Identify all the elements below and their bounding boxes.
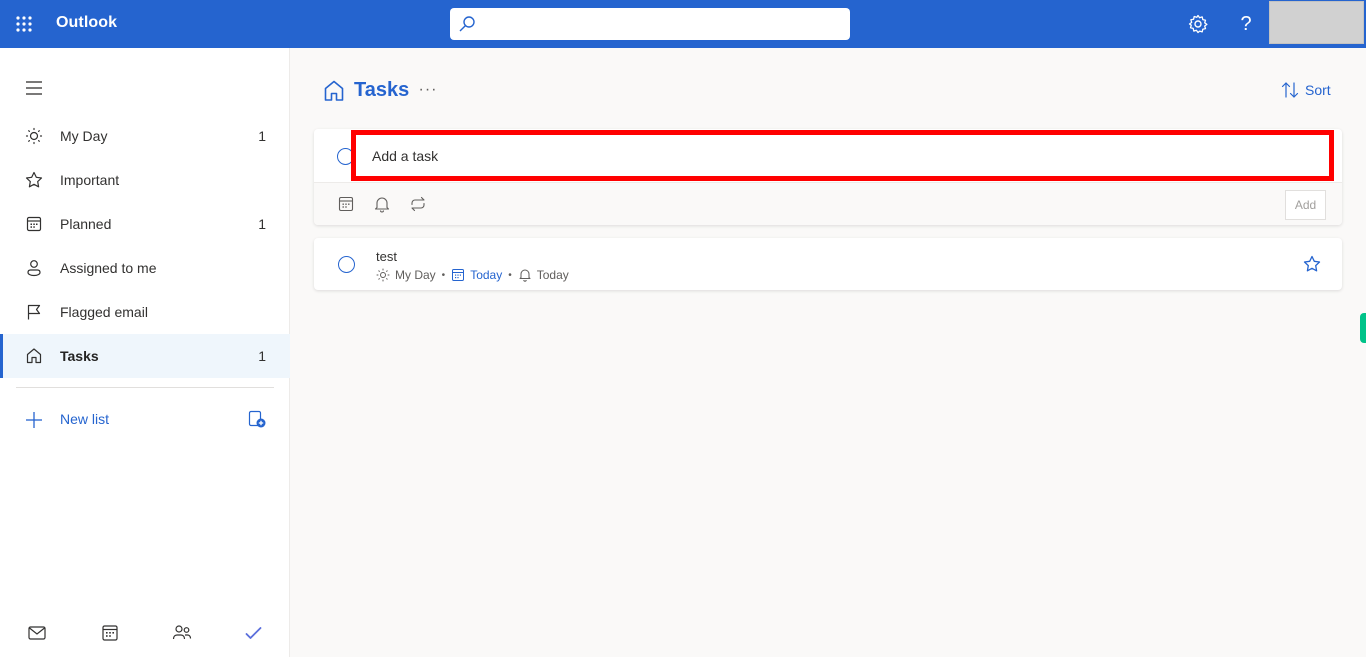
account-avatar[interactable]	[1269, 1, 1364, 44]
app-switcher	[0, 608, 290, 656]
sidebar-item-label: Assigned to me	[60, 260, 157, 276]
task-meta: My Day • Today • Today	[376, 267, 569, 283]
sidebar-item-important[interactable]: Important	[0, 158, 290, 202]
sidebar-item-count: 1	[258, 128, 266, 144]
plus-icon	[26, 412, 42, 428]
complete-task-circle-icon[interactable]	[338, 256, 355, 273]
sidebar-item-label: Planned	[60, 216, 112, 232]
importance-star-icon[interactable]	[1302, 254, 1322, 274]
meta-separator: •	[441, 269, 446, 281]
task-title: test	[376, 249, 397, 264]
sidebar-item-flagged-email[interactable]: Flagged email	[0, 290, 290, 334]
home-icon	[26, 348, 42, 364]
sidebar-item-assigned-to-me[interactable]: Assigned to me	[0, 246, 290, 290]
task-item[interactable]: test My Day • Today • Today	[314, 238, 1342, 290]
search-box[interactable]	[450, 8, 850, 40]
flag-icon	[27, 304, 41, 320]
sidebar-item-label: My Day	[60, 128, 108, 144]
add-task-card: Add	[314, 129, 1342, 225]
help-button[interactable]: ?	[1236, 10, 1256, 38]
due-date-calendar-icon[interactable]	[337, 195, 355, 213]
sidebar-item-label: Flagged email	[60, 304, 148, 320]
main-content: Tasks ··· Sort Add a task Add test My Da…	[291, 48, 1366, 657]
calendar-icon	[26, 216, 42, 232]
sidebar-item-tasks[interactable]: Tasks 1	[0, 334, 290, 378]
new-list-label: New list	[60, 411, 110, 427]
settings-gear-icon[interactable]	[1186, 12, 1210, 36]
sidebar-item-planned[interactable]: Planned 1	[0, 202, 290, 246]
search-icon	[459, 16, 475, 32]
task-meta-reminder: Today	[536, 268, 569, 282]
todo-check-icon[interactable]	[243, 622, 265, 644]
app-name[interactable]: Outlook	[56, 14, 117, 32]
meta-separator: •	[508, 269, 512, 281]
person-icon	[27, 260, 41, 277]
new-group-icon[interactable]	[247, 409, 267, 429]
home-icon	[324, 80, 344, 101]
sort-icon	[1281, 82, 1299, 98]
reminder-bell-icon[interactable]	[373, 195, 391, 213]
sidebar-item-label: Important	[60, 172, 120, 188]
sidebar-divider	[16, 387, 274, 388]
sidebar-item-label: Tasks	[60, 348, 99, 364]
sort-label: Sort	[1305, 82, 1331, 98]
star-icon	[25, 171, 43, 188]
sidebar-item-count: 1	[258, 348, 266, 364]
mail-icon[interactable]	[26, 622, 48, 644]
sort-button[interactable]: Sort	[1280, 78, 1331, 102]
add-task-toolbar: Add	[314, 182, 1342, 225]
page-title: Tasks	[354, 79, 410, 101]
list-options-button[interactable]: ···	[417, 78, 439, 104]
add-task-button[interactable]: Add	[1285, 190, 1326, 220]
sidebar-item-count: 1	[258, 216, 266, 232]
sidebar: My Day 1 Important Planned 1 Assigned to…	[0, 48, 290, 657]
repeat-icon[interactable]	[409, 195, 427, 213]
add-task-input[interactable]	[351, 130, 1334, 181]
calendar-icon	[452, 269, 465, 281]
app-launcher-icon[interactable]	[14, 14, 34, 34]
sun-icon	[376, 268, 390, 282]
sun-icon	[25, 127, 43, 145]
task-meta-due-date: Today	[470, 268, 503, 282]
side-panel-handle[interactable]	[1360, 313, 1366, 343]
task-meta-my-day: My Day	[395, 268, 436, 282]
search-input[interactable]	[482, 8, 842, 40]
sidebar-item-my-day[interactable]: My Day 1	[0, 114, 290, 158]
top-bar: Outlook ?	[0, 0, 1366, 48]
calendar-icon[interactable]	[99, 622, 121, 644]
bell-icon	[519, 269, 531, 282]
people-icon[interactable]	[171, 622, 193, 644]
menu-toggle-icon[interactable]	[22, 78, 46, 98]
